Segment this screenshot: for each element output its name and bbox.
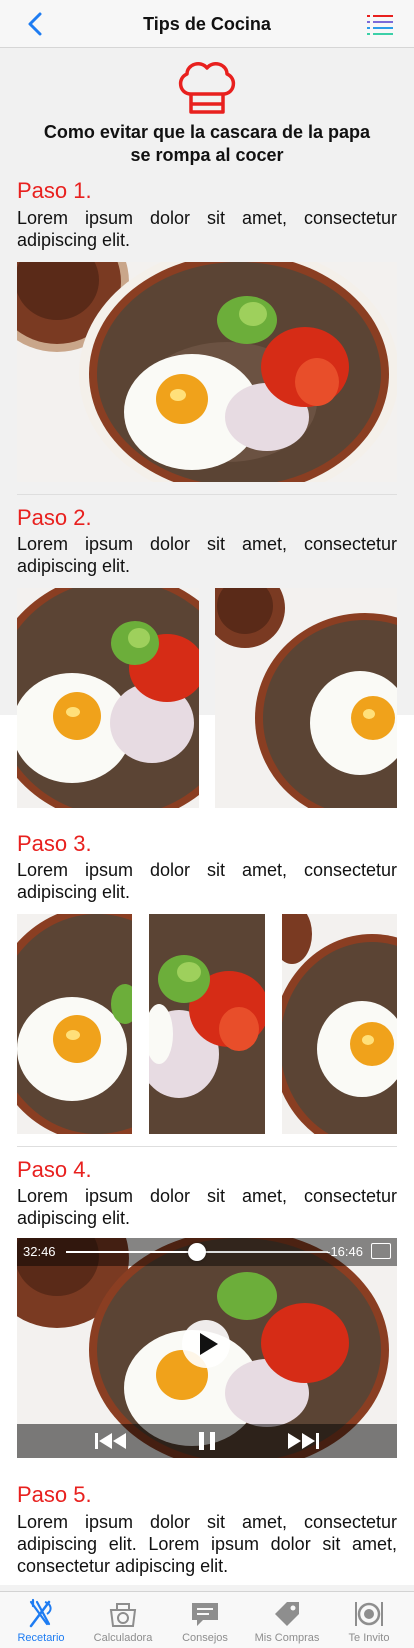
tab-consejos[interactable]: Consejos (164, 1592, 246, 1648)
list-icon (367, 15, 393, 35)
article-title: Como evitar que la cascara de la papa se… (20, 121, 394, 167)
step-1-text: Lorem ipsum dolor sit amet, consectetur … (17, 208, 397, 250)
navigation-bar: Tips de Cocina (0, 0, 414, 48)
play-button[interactable] (182, 1320, 230, 1368)
divider (17, 494, 397, 495)
play-icon (200, 1333, 218, 1355)
article-title-line-1: Como evitar que la cascara de la papa (43, 122, 371, 142)
tab-recetario[interactable]: Recetario (0, 1592, 82, 1648)
step-5-title: Paso 5. (17, 1482, 92, 1507)
remaining-time: -16:46 (326, 1244, 363, 1259)
tab-label: Mis Compras (254, 1632, 320, 1644)
elapsed-time: 32:46 (23, 1244, 56, 1259)
step-4-text: Lorem ipsum dolor sit amet, consectetur … (17, 1186, 397, 1228)
tag-icon (275, 1602, 299, 1626)
video-controls (17, 1424, 397, 1458)
video-top-bar: 32:46 -16:46 (17, 1238, 397, 1266)
plate-icon (355, 1602, 383, 1626)
scrubber-handle[interactable] (188, 1243, 206, 1261)
step-1-photo[interactable] (17, 262, 397, 482)
step-3-photo-2[interactable] (149, 914, 265, 1134)
step-3-text: Lorem ipsum dolor sit amet, consectetur … (17, 860, 397, 902)
article-title-line-2: se rompa al cocer (130, 145, 284, 165)
step-1-title: Paso 1. (17, 178, 92, 203)
step-4-title: Paso 4. (17, 1157, 92, 1182)
step-2-text: Lorem ipsum dolor sit amet, consectetur … (17, 534, 397, 576)
scale-icon (109, 1603, 137, 1627)
tab-mis-compras[interactable]: Mis Compras (246, 1592, 328, 1648)
page-title: Tips de Cocina (143, 14, 271, 34)
pause-icon[interactable] (195, 1429, 219, 1453)
tab-te-invito[interactable]: Te Invito (328, 1592, 410, 1648)
tab-bar: Recetario Calculadora Consejos Mis Compr… (0, 1591, 414, 1648)
chef-hat-icon (175, 60, 239, 116)
fullscreen-icon[interactable] (371, 1243, 391, 1259)
step-3-photo-1[interactable] (17, 914, 132, 1134)
tab-label: Te Invito (348, 1632, 390, 1644)
step-3-photo-3[interactable] (282, 914, 397, 1134)
menu-button[interactable] (366, 12, 394, 36)
tab-calculadora[interactable]: Calculadora (82, 1592, 164, 1648)
step-2-title: Paso 2. (17, 505, 92, 530)
tab-label: Calculadora (93, 1632, 153, 1644)
video-player[interactable]: 32:46 -16:46 (17, 1238, 397, 1458)
step-2-photo-2[interactable] (215, 588, 397, 808)
step-5-text: Lorem ipsum dolor sit amet, consectetur … (17, 1512, 397, 1576)
skip-forward-icon[interactable] (285, 1429, 321, 1453)
fork-knife-icon (29, 1598, 52, 1628)
video-progress (66, 1251, 197, 1253)
divider (17, 1146, 397, 1147)
tab-label: Consejos (182, 1632, 228, 1644)
tab-label: Recetario (17, 1632, 65, 1644)
chat-bubble-icon (192, 1603, 218, 1626)
step-2-photo-1[interactable] (17, 588, 199, 808)
step-3-title: Paso 3. (17, 831, 92, 856)
skip-back-icon[interactable] (93, 1429, 129, 1453)
